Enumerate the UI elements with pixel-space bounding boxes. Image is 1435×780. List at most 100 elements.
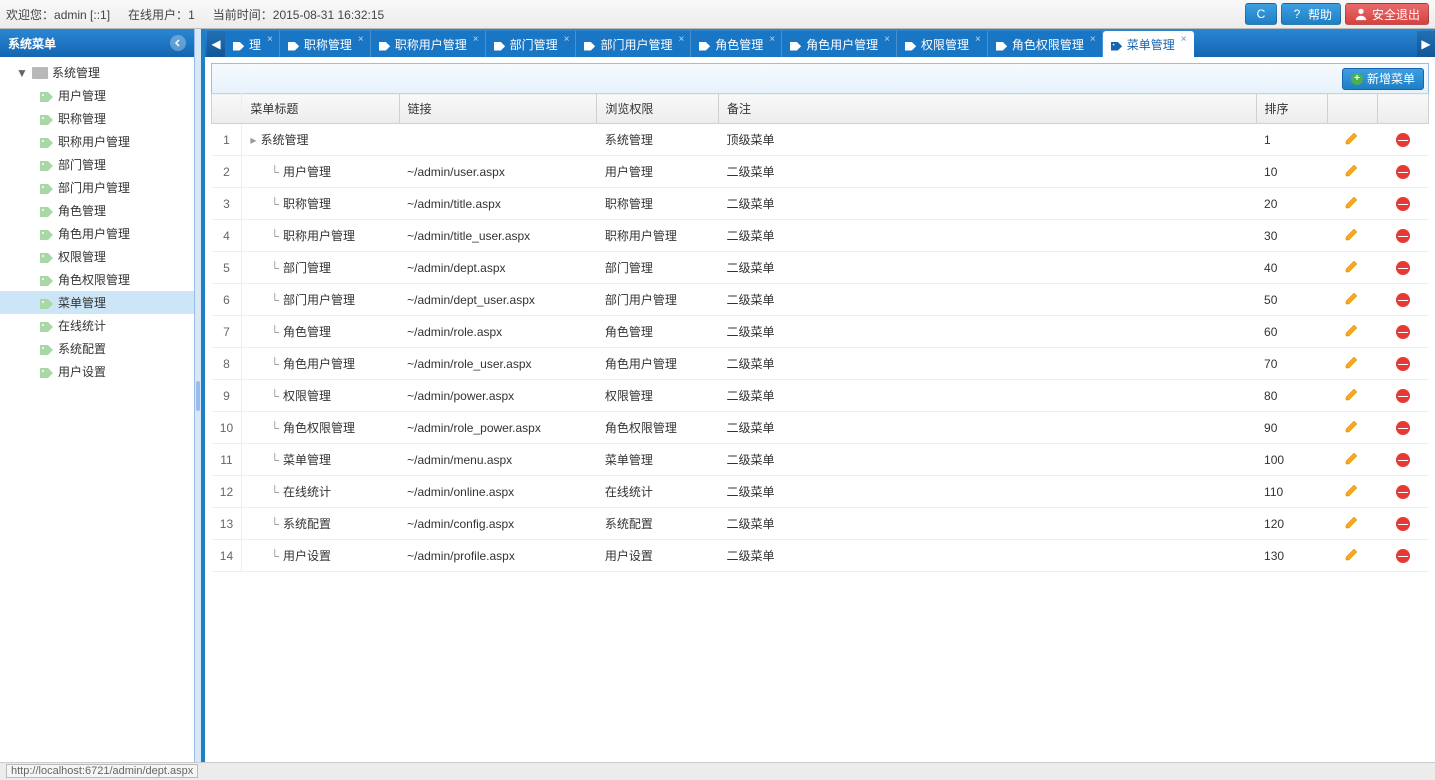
tab-label: 角色用户管理 (806, 36, 878, 53)
online-users: 在线用户：1 (128, 6, 195, 23)
logout-button[interactable]: 安全退出 (1345, 3, 1429, 25)
sidebar-item[interactable]: 系统配置 (0, 337, 194, 360)
tab[interactable]: 权限管理 × (897, 31, 988, 57)
table-row[interactable]: 6 └部门用户管理 ~/admin/dept_user.aspx 部门用户管理 … (212, 284, 1429, 316)
table-row[interactable]: 12 └在线统计 ~/admin/online.aspx 在线统计 二级菜单 1… (212, 476, 1429, 508)
tab[interactable]: 角色管理× (691, 31, 782, 57)
col-title[interactable]: 菜单标题 (242, 94, 399, 124)
row-number: 12 (212, 476, 242, 508)
edit-icon[interactable] (1344, 130, 1360, 146)
delete-icon[interactable]: — (1396, 357, 1410, 371)
delete-icon[interactable]: — (1396, 325, 1410, 339)
table-row[interactable]: 2 └用户管理 ~/admin/user.aspx 用户管理 二级菜单 10 — (212, 156, 1429, 188)
table-row[interactable]: 13 └系统配置 ~/admin/config.aspx 系统配置 二级菜单 1… (212, 508, 1429, 540)
delete-icon[interactable]: — (1396, 293, 1410, 307)
tab[interactable]: 菜单管理× (1103, 31, 1194, 57)
close-icon[interactable]: × (975, 34, 981, 45)
edit-icon[interactable] (1344, 546, 1360, 562)
table-row[interactable]: 11 └菜单管理 ~/admin/menu.aspx 菜单管理 二级菜单 100… (212, 444, 1429, 476)
sidebar-item[interactable]: 角色管理 (0, 199, 194, 222)
tab[interactable]: 部门管理× (486, 31, 577, 57)
sidebar-item-label: 职称管理 (58, 110, 106, 127)
tag-icon (40, 183, 54, 193)
table-row[interactable]: 14 └用户设置 ~/admin/profile.aspx 用户设置 二级菜单 … (212, 540, 1429, 572)
sidebar-item[interactable]: 部门用户管理 (0, 176, 194, 199)
close-icon[interactable]: × (884, 34, 890, 45)
cell-title: ▸系统管理 (242, 124, 399, 156)
table-row[interactable]: 7 └角色管理 ~/admin/role.aspx 角色管理 二级菜单 60 — (212, 316, 1429, 348)
tree-toggle-icon[interactable]: ▼ (16, 66, 28, 80)
welcome-text: 欢迎您：admin [::1] (6, 6, 110, 23)
close-icon[interactable]: × (678, 34, 684, 45)
tab[interactable]: 职称管理× (280, 31, 371, 57)
content-area: ◀ 理×职称管理×职称用户管理×部门管理×部门用户管理×角色管理×角色用户管理×… (201, 29, 1435, 762)
delete-icon[interactable]: — (1396, 133, 1410, 147)
sidebar-item[interactable]: 用户管理 (0, 84, 194, 107)
tab-label: 权限管理 (921, 36, 969, 53)
edit-icon[interactable] (1344, 514, 1360, 530)
edit-icon[interactable] (1344, 226, 1360, 242)
close-icon[interactable]: × (564, 34, 570, 45)
refresh-button[interactable]: C (1245, 3, 1277, 25)
close-icon[interactable]: × (267, 34, 273, 45)
edit-icon[interactable] (1344, 322, 1360, 338)
help-button[interactable]: ? 帮助 (1281, 3, 1341, 25)
table-row[interactable]: 3 └职称管理 ~/admin/title.aspx 职称管理 二级菜单 20 … (212, 188, 1429, 220)
col-perm[interactable]: 浏览权限 (597, 94, 719, 124)
collapse-icon[interactable] (170, 35, 186, 51)
edit-icon[interactable] (1344, 354, 1360, 370)
table-row[interactable]: 5 └部门管理 ~/admin/dept.aspx 部门管理 二级菜单 40 — (212, 252, 1429, 284)
close-icon[interactable]: × (769, 34, 775, 45)
sidebar-item[interactable]: 角色用户管理 (0, 222, 194, 245)
sidebar-item[interactable]: 在线统计 (0, 314, 194, 337)
tree-root[interactable]: ▼ 系统管理 (0, 61, 194, 84)
col-link[interactable]: 链接 (399, 94, 597, 124)
edit-icon[interactable] (1344, 290, 1360, 306)
col-remark[interactable]: 备注 (719, 94, 1257, 124)
edit-icon[interactable] (1344, 450, 1360, 466)
delete-icon[interactable]: — (1396, 261, 1410, 275)
table-row[interactable]: 4 └职称用户管理 ~/admin/title_user.aspx 职称用户管理… (212, 220, 1429, 252)
delete-icon[interactable]: — (1396, 549, 1410, 563)
tab[interactable]: 理× (225, 31, 280, 57)
sidebar-item[interactable]: 菜单管理 (0, 291, 194, 314)
delete-icon[interactable]: — (1396, 517, 1410, 531)
table-row[interactable]: 8 └角色用户管理 ~/admin/role_user.aspx 角色用户管理 … (212, 348, 1429, 380)
close-icon[interactable]: × (1090, 34, 1096, 45)
sidebar-item[interactable]: 用户设置 (0, 360, 194, 383)
tab-scroll-left[interactable]: ◀ (207, 31, 225, 57)
sidebar-item[interactable]: 角色权限管理 (0, 268, 194, 291)
edit-icon[interactable] (1344, 194, 1360, 210)
tab[interactable]: 职称用户管理× (371, 31, 486, 57)
delete-icon[interactable]: — (1396, 453, 1410, 467)
delete-icon[interactable]: — (1396, 421, 1410, 435)
tab[interactable]: 角色权限管理× (988, 31, 1103, 57)
delete-icon[interactable]: — (1396, 389, 1410, 403)
edit-icon[interactable] (1344, 258, 1360, 274)
close-icon[interactable]: × (473, 34, 479, 45)
sidebar-item[interactable]: 部门管理 (0, 153, 194, 176)
table-row[interactable]: 9 └权限管理 ~/admin/power.aspx 权限管理 二级菜单 80 … (212, 380, 1429, 412)
delete-icon[interactable]: — (1396, 485, 1410, 499)
delete-icon[interactable]: — (1396, 229, 1410, 243)
edit-icon[interactable] (1344, 162, 1360, 178)
edit-icon[interactable] (1344, 482, 1360, 498)
sidebar-item[interactable]: 权限管理 (0, 245, 194, 268)
col-sort[interactable]: 排序 (1256, 94, 1327, 124)
tab-scroll-right[interactable]: ▶ (1417, 31, 1435, 57)
cell-perm: 部门用户管理 (597, 284, 719, 316)
table-row[interactable]: 1 ▸系统管理 系统管理 顶级菜单 1 — (212, 124, 1429, 156)
edit-icon[interactable] (1344, 418, 1360, 434)
delete-icon[interactable]: — (1396, 165, 1410, 179)
tab[interactable]: 角色用户管理 × (782, 31, 897, 57)
tab[interactable]: 部门用户管理× (576, 31, 691, 57)
sidebar-item[interactable]: 职称管理 (0, 107, 194, 130)
delete-icon[interactable]: — (1396, 197, 1410, 211)
add-menu-button[interactable]: + 新增菜单 (1342, 68, 1424, 90)
sidebar-item[interactable]: 职称用户管理 (0, 130, 194, 153)
edit-icon[interactable] (1344, 386, 1360, 402)
close-icon[interactable]: × (358, 34, 364, 45)
table-row[interactable]: 10 └角色权限管理 ~/admin/role_power.aspx 角色权限管… (212, 412, 1429, 444)
cell-perm: 角色管理 (597, 316, 719, 348)
close-icon[interactable]: × (1181, 34, 1187, 45)
